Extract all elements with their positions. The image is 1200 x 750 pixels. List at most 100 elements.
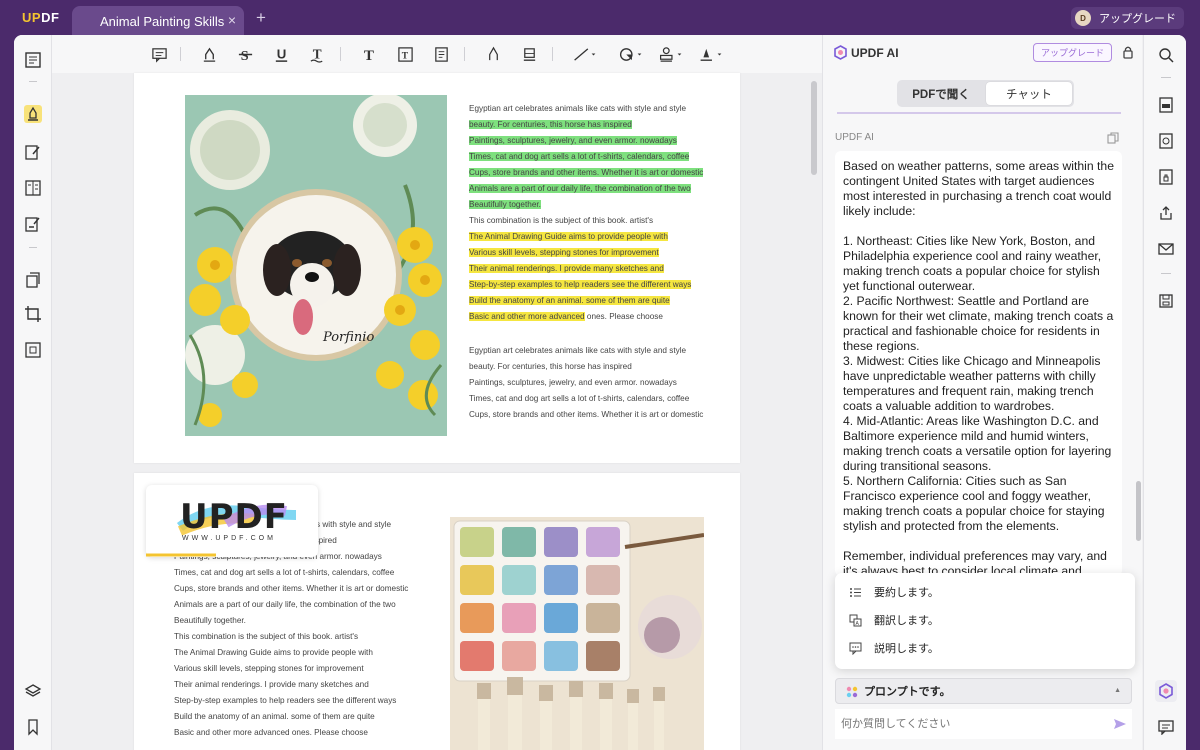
text-line: Times, cat and dog art sells a lot of t-… <box>469 152 690 161</box>
translate-icon: A <box>849 614 862 627</box>
compress-icon[interactable] <box>24 341 42 359</box>
search-icon[interactable] <box>1158 47 1174 63</box>
updf-ai-logo-icon <box>833 45 848 60</box>
send-icon[interactable] <box>1113 717 1127 731</box>
list-icon <box>850 587 861 597</box>
toolbar-divider <box>464 47 465 61</box>
text-line: Cups, store brands and other items. Whet… <box>469 168 704 177</box>
text-callout-icon[interactable] <box>432 45 450 63</box>
protect-icon[interactable] <box>1158 169 1174 185</box>
chat-comment-icon[interactable] <box>1158 719 1174 736</box>
share-icon[interactable] <box>1158 205 1174 221</box>
ask-input[interactable] <box>835 709 1132 739</box>
text-line: This combination is the subject of this … <box>469 216 654 225</box>
updf-badge-url: WWW.UPDF.COM <box>182 535 276 542</box>
email-icon[interactable] <box>1158 241 1174 257</box>
edit-pdf-icon[interactable] <box>24 143 42 161</box>
save-icon[interactable] <box>1158 293 1174 309</box>
highlight-tool-icon[interactable] <box>200 45 218 63</box>
strikethrough-icon[interactable]: S <box>236 45 254 63</box>
rail-divider <box>29 247 37 248</box>
prompt-menu: 要約します。 A 翻訳します。 説明します。 <box>835 573 1135 669</box>
toolbar-divider <box>552 47 553 61</box>
ai-message-paragraph: 2. Pacific Northwest: Seattle and Portla… <box>843 294 1114 353</box>
squiggly-text-icon[interactable]: T <box>308 45 326 63</box>
document-scrollbar[interactable] <box>811 81 817 175</box>
menu-item-summarize[interactable]: 要約します。 <box>849 583 939 601</box>
form-icon[interactable] <box>24 179 42 197</box>
fill-sign-icon[interactable] <box>24 215 42 233</box>
menu-item-explain[interactable]: 説明します。 <box>849 639 939 657</box>
close-tab-icon[interactable]: × <box>228 12 236 28</box>
reader-icon[interactable] <box>24 51 42 69</box>
convert-icon[interactable] <box>1158 133 1174 149</box>
document-viewer[interactable]: Porfinio Egyptian art celebrates animals… <box>52 73 822 750</box>
text-line: Beautifully together. <box>174 616 246 625</box>
organize-pages-icon[interactable] <box>24 271 42 289</box>
right-tool-rail <box>1143 35 1186 750</box>
updf-badge-word: UPDF <box>180 497 288 537</box>
prompt-grid-icon <box>846 686 858 698</box>
upgrade-account-button[interactable]: D アップグレード <box>1071 7 1184 29</box>
prompt-selector[interactable]: プロンプトです。 ▲ <box>835 678 1132 704</box>
watercolor-palette-image <box>450 517 704 750</box>
signature-icon[interactable] <box>698 45 724 63</box>
toolbar-divider <box>180 47 181 61</box>
ocr-icon[interactable] <box>1158 97 1174 113</box>
text-line: beauty. For centuries, this horse has in… <box>469 362 632 371</box>
pdf-page-1: Porfinio Egyptian art celebrates animals… <box>134 73 740 463</box>
page1-highlighted-paragraph: Egyptian art celebrates animals like cat… <box>469 101 704 325</box>
menu-item-translate-label: 翻訳します。 <box>874 615 939 627</box>
text-line: Cups, store brands and other items. Whet… <box>174 584 409 593</box>
tab-chat[interactable]: チャット <box>986 82 1072 105</box>
caret-up-icon: ▲ <box>1114 687 1121 694</box>
panel-divider <box>837 112 1121 114</box>
svg-text:S: S <box>240 48 248 63</box>
app-window: S U T T T Porfinio Egyptian art celebrat… <box>14 35 1186 750</box>
ai-message-paragraph: 3. Midwest: Cities like Chicago and Minn… <box>843 354 1101 413</box>
text-line: Their animal renderings. I provide many … <box>174 680 369 689</box>
text-line: Cups, store brands and other items. Whet… <box>469 410 704 419</box>
chat-scrollbar[interactable] <box>1136 481 1141 541</box>
text-tool-icon[interactable]: T <box>360 45 378 63</box>
text-line: Step-by-step examples to help readers se… <box>469 280 692 289</box>
pencil-icon[interactable] <box>484 45 502 63</box>
ai-assistant-panel: UPDF AI アップグレード PDFで聞く チャット UPDF AI Base… <box>822 35 1142 750</box>
tab-ask-pdf[interactable]: PDFで聞く <box>899 82 983 105</box>
copy-icon[interactable] <box>1107 131 1119 144</box>
crop-icon[interactable] <box>24 305 42 323</box>
rail-divider <box>1161 77 1171 78</box>
lock-icon[interactable] <box>1121 45 1135 59</box>
document-tab[interactable]: Animal Painting Skills × <box>72 6 244 36</box>
ai-mode-switch: PDFで聞く チャット <box>897 80 1074 107</box>
new-tab-button[interactable]: + <box>256 8 266 28</box>
updf-watermark-logo: UPDF WWW.UPDF.COM <box>146 485 318 557</box>
text-line: Basic and other more advanced ones. Plea… <box>174 728 368 737</box>
text-box-icon[interactable]: T <box>396 45 414 63</box>
document-tab-title: Animal Painting Skills <box>100 14 225 29</box>
toolbar-divider <box>340 47 341 61</box>
ai-upgrade-button[interactable]: アップグレード <box>1033 43 1112 62</box>
text-line: Basic and other more advanced ones. Plea… <box>469 312 663 321</box>
ai-response-message: Based on weather patterns, some areas wi… <box>835 151 1122 576</box>
eraser-icon[interactable] <box>520 45 538 63</box>
comment-icon[interactable] <box>150 45 168 63</box>
shape-icon[interactable] <box>618 45 644 63</box>
menu-item-translate[interactable]: A 翻訳します。 <box>849 611 939 629</box>
message-sender: UPDF AI <box>835 132 874 143</box>
text-line: Egyptian art celebrates animals like cat… <box>469 104 687 113</box>
highlighter-icon[interactable] <box>24 105 42 123</box>
pdf-page-2: Egyptian art celebrates animals like cat… <box>134 473 740 750</box>
embroidery-label: Porfinio <box>322 330 374 345</box>
bookmark-icon[interactable] <box>24 718 42 736</box>
text-line: Beautifully together. <box>469 200 541 209</box>
updf-ai-icon[interactable] <box>1155 680 1177 702</box>
underline-icon[interactable]: U <box>272 45 290 63</box>
line-shape-icon[interactable] <box>572 45 598 63</box>
ai-message-paragraph: Remember, individual preferences may var… <box>843 549 1107 576</box>
page1-paragraph: Egyptian art celebrates animals like cat… <box>469 343 703 423</box>
embroidered-dog-image: Porfinio <box>185 95 447 436</box>
layers-icon[interactable] <box>24 682 42 700</box>
stamp-icon[interactable] <box>658 45 684 63</box>
text-line: Step-by-step examples to help readers se… <box>174 696 397 705</box>
